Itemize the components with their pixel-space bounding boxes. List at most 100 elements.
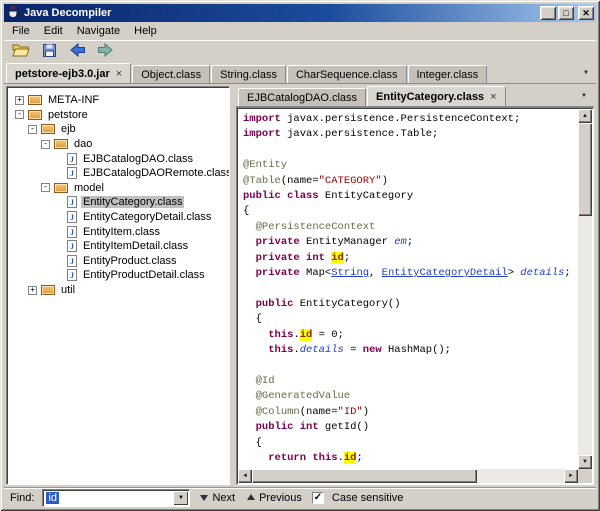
code-token: this (268, 329, 293, 341)
arrow-down-icon (200, 495, 208, 505)
code-token: ) (363, 406, 369, 418)
tab-string-class[interactable]: String.class (211, 65, 286, 83)
code-line: @Table(name="CATEGORY") (243, 174, 577, 189)
scroll-right-icon[interactable]: ► (564, 469, 578, 483)
find-input[interactable]: id ▼ (42, 489, 190, 507)
tree-item-ejbcatalogdao-class[interactable]: JEJBCatalogDAO.class (9, 151, 227, 166)
code-token: . (338, 452, 344, 464)
collapse-icon[interactable]: - (41, 183, 50, 192)
code-line: { (243, 312, 577, 327)
tab-integer-class[interactable]: Integer.class (408, 65, 488, 83)
collapse-icon[interactable]: - (28, 125, 37, 134)
scroll-down-icon[interactable]: ▼ (578, 455, 592, 469)
tree-item-entitycategorydetail-class[interactable]: JEntityCategoryDetail.class (9, 210, 227, 225)
node-label: petstore (46, 109, 90, 121)
find-next-button[interactable]: Next (198, 490, 237, 505)
menu-navigate[interactable]: Navigate (70, 23, 127, 39)
navigate-back-button[interactable] (65, 42, 89, 62)
node-label: EntityProductDetail.class (81, 269, 207, 281)
tree-item-petstore[interactable]: - petstore (9, 108, 227, 123)
tree-item-util[interactable]: + util (9, 283, 227, 298)
tree-item-dao[interactable]: -dao (9, 137, 227, 152)
tree-item-ejb[interactable]: -ejb (9, 122, 227, 137)
package-icon (41, 124, 55, 134)
source-panel: EJBCatalogDAO.class EntityCategory.class×… (236, 86, 594, 485)
tab-close-icon[interactable]: × (116, 69, 122, 79)
menu-edit[interactable]: Edit (37, 23, 70, 39)
title-bar: Java Decompiler _ □ ✕ (4, 4, 596, 22)
tab-close-icon[interactable]: × (490, 92, 496, 102)
horizontal-scrollbar[interactable]: ◄ ► (238, 469, 578, 483)
tab-entitycategory-class[interactable]: EntityCategory.class× (367, 86, 505, 106)
code-line: @Entity (243, 158, 577, 173)
vertical-scroll-thumb[interactable] (578, 123, 592, 216)
expand-icon[interactable]: + (28, 286, 37, 295)
close-button[interactable]: ✕ (578, 6, 594, 20)
tree-item-entitycategory-class[interactable]: JEntityCategory.class (9, 195, 227, 210)
tree-item-entityitemdetail-class[interactable]: JEntityItemDetail.class (9, 239, 227, 254)
horizontal-scroll-thumb[interactable] (252, 469, 477, 483)
code-line (243, 143, 577, 158)
case-sensitive-checkbox[interactable]: ✓ (312, 492, 324, 504)
code-token: { (243, 313, 262, 325)
tab-object-class[interactable]: Object.class (132, 65, 210, 83)
code-token: ; (344, 252, 350, 264)
package-icon (54, 139, 68, 149)
tree-item-entityproductdetail-class[interactable]: JEntityProductDetail.class (9, 268, 227, 283)
maximize-button[interactable]: □ (558, 6, 574, 20)
horizontal-scroll-track[interactable] (252, 469, 564, 483)
class-icon: J (67, 255, 77, 267)
type-link[interactable]: EntityCategoryDetail (382, 267, 508, 279)
node-label: util (59, 284, 77, 296)
vertical-scrollbar[interactable]: ▲ ▼ (578, 109, 592, 469)
tree-item-model[interactable]: -model (9, 181, 227, 196)
navigate-forward-button[interactable] (93, 42, 117, 62)
code-token: id (344, 452, 357, 464)
find-combo-dropdown-icon[interactable]: ▼ (173, 491, 188, 505)
code-token: details (520, 267, 564, 279)
source-tab-dropdown-icon[interactable]: ▼ (576, 89, 592, 103)
save-button[interactable] (37, 42, 61, 62)
code-token: @PersistenceContext (256, 221, 376, 233)
tab-label: Integer.class (417, 69, 479, 81)
tab-label: EJBCatalogDAO.class (247, 92, 357, 104)
find-bar: Find: id ▼ Next Previous ✓ Case sensitiv… (4, 487, 596, 507)
tab-ejbcatalogdao-class[interactable]: EJBCatalogDAO.class (238, 88, 366, 106)
code-token: details (300, 344, 344, 356)
collapse-icon[interactable]: - (41, 140, 50, 149)
scroll-left-icon[interactable]: ◄ (238, 469, 252, 483)
jar-tabs: petstore-ejb3.0.jar×Object.classString.c… (4, 63, 574, 83)
code-token: @Entity (243, 159, 287, 171)
code-token: new (363, 344, 382, 356)
tree-item-entityproduct-class[interactable]: J EntityProduct.class (9, 254, 227, 269)
window-controls: _ □ ✕ (540, 6, 594, 20)
find-previous-button[interactable]: Previous (245, 490, 304, 505)
code-panel: import javax.persistence.PersistenceCont… (236, 107, 594, 485)
tree-item-meta-inf[interactable]: + META-INF (9, 93, 227, 108)
node-label: META-INF (46, 94, 101, 106)
open-file-button[interactable] (9, 42, 33, 62)
jar-tab-dropdown-icon[interactable]: ▼ (578, 66, 594, 80)
tab-petstore-ejb3-0-jar[interactable]: petstore-ejb3.0.jar× (6, 63, 131, 83)
menu-help[interactable]: Help (127, 23, 164, 39)
back-arrow-icon (69, 43, 86, 60)
code-token: Map< (300, 267, 332, 279)
expand-icon[interactable]: + (15, 96, 24, 105)
code-token: "CATEGORY" (319, 175, 382, 187)
scroll-up-icon[interactable]: ▲ (578, 109, 592, 123)
minimize-button[interactable]: _ (540, 6, 556, 20)
tree-item-ejbcatalogdaoremote-class[interactable]: JEJBCatalogDAORemote.class (9, 166, 227, 181)
code-token: @Column (256, 406, 300, 418)
scrollbar-corner (578, 469, 592, 483)
menu-file[interactable]: File (5, 23, 37, 39)
tree-item-entityitem-class[interactable]: JEntityItem.class (9, 224, 227, 239)
node-label: EntityProduct.class (81, 255, 179, 267)
tab-charsequence-class[interactable]: CharSequence.class (287, 65, 407, 83)
collapse-icon[interactable]: - (15, 110, 24, 119)
code-view: import javax.persistence.PersistenceCont… (239, 110, 577, 468)
vertical-scroll-track[interactable] (578, 123, 592, 455)
type-link[interactable]: String (331, 267, 369, 279)
node-label: EntityCategoryDetail.class (81, 211, 213, 223)
main-content: +META-INF-petstore-ejb-daoJEJBCatalogDAO… (4, 84, 596, 487)
code-token: (name= (300, 406, 338, 418)
